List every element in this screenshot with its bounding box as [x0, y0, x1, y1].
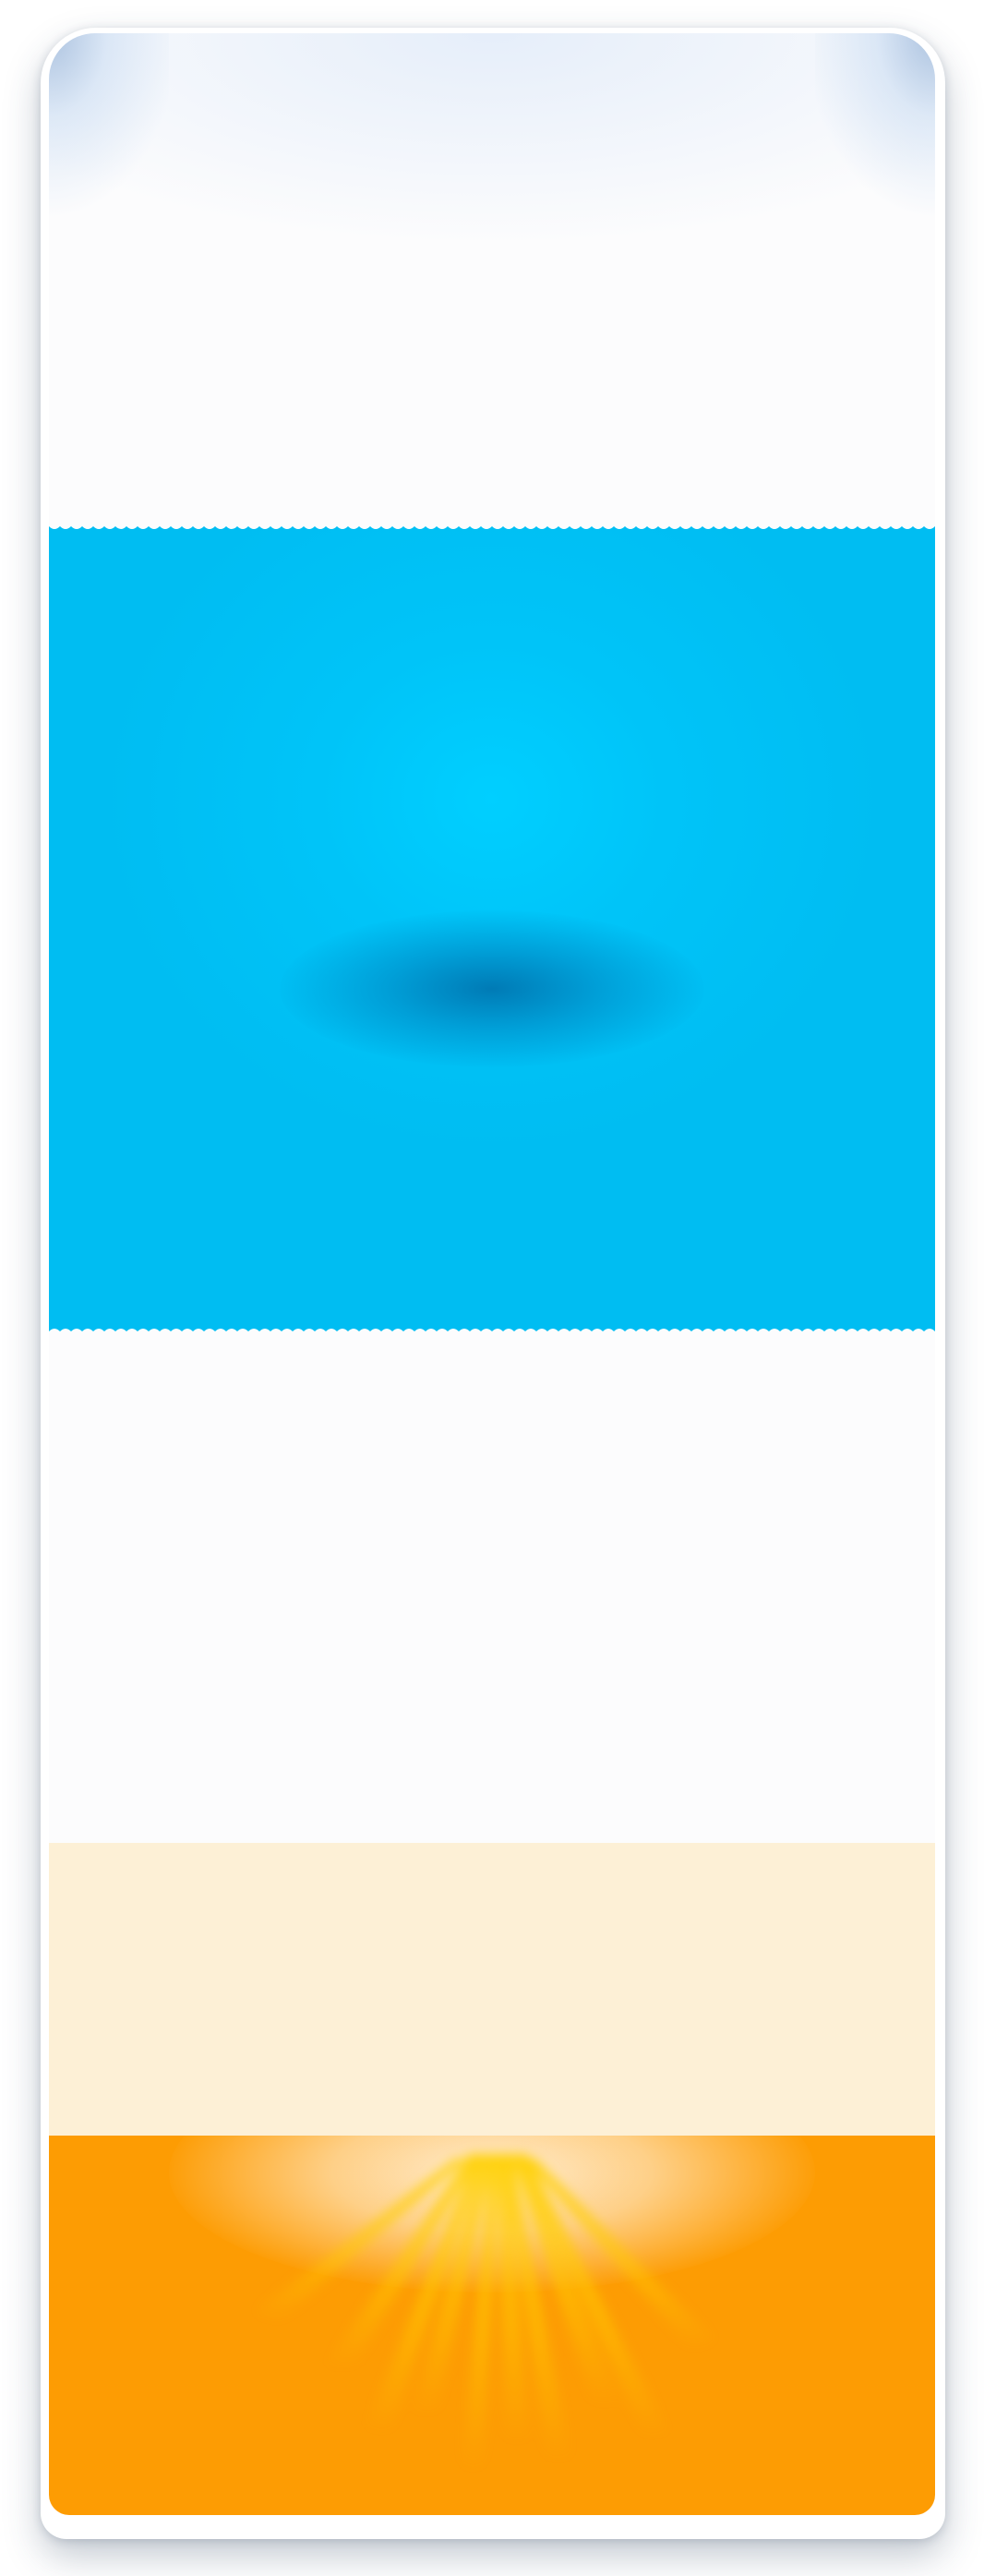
wavy-edge-bottom	[49, 1329, 935, 1335]
blue-panel-section	[49, 523, 935, 1335]
page-canvas	[0, 0, 984, 2576]
top-blank-section	[49, 33, 935, 523]
card	[49, 33, 935, 2515]
blue-panel-shadow	[280, 910, 704, 1067]
sun-rays-icon	[257, 2154, 714, 2468]
cream-strip-section	[49, 1843, 935, 2136]
corner-curl-left	[49, 33, 169, 227]
orange-sunburst-section	[49, 2136, 935, 2515]
corner-curl-right	[815, 33, 935, 227]
wavy-edge-top	[49, 523, 935, 529]
top-haze	[49, 33, 935, 246]
middle-blank-section	[49, 1335, 935, 1843]
